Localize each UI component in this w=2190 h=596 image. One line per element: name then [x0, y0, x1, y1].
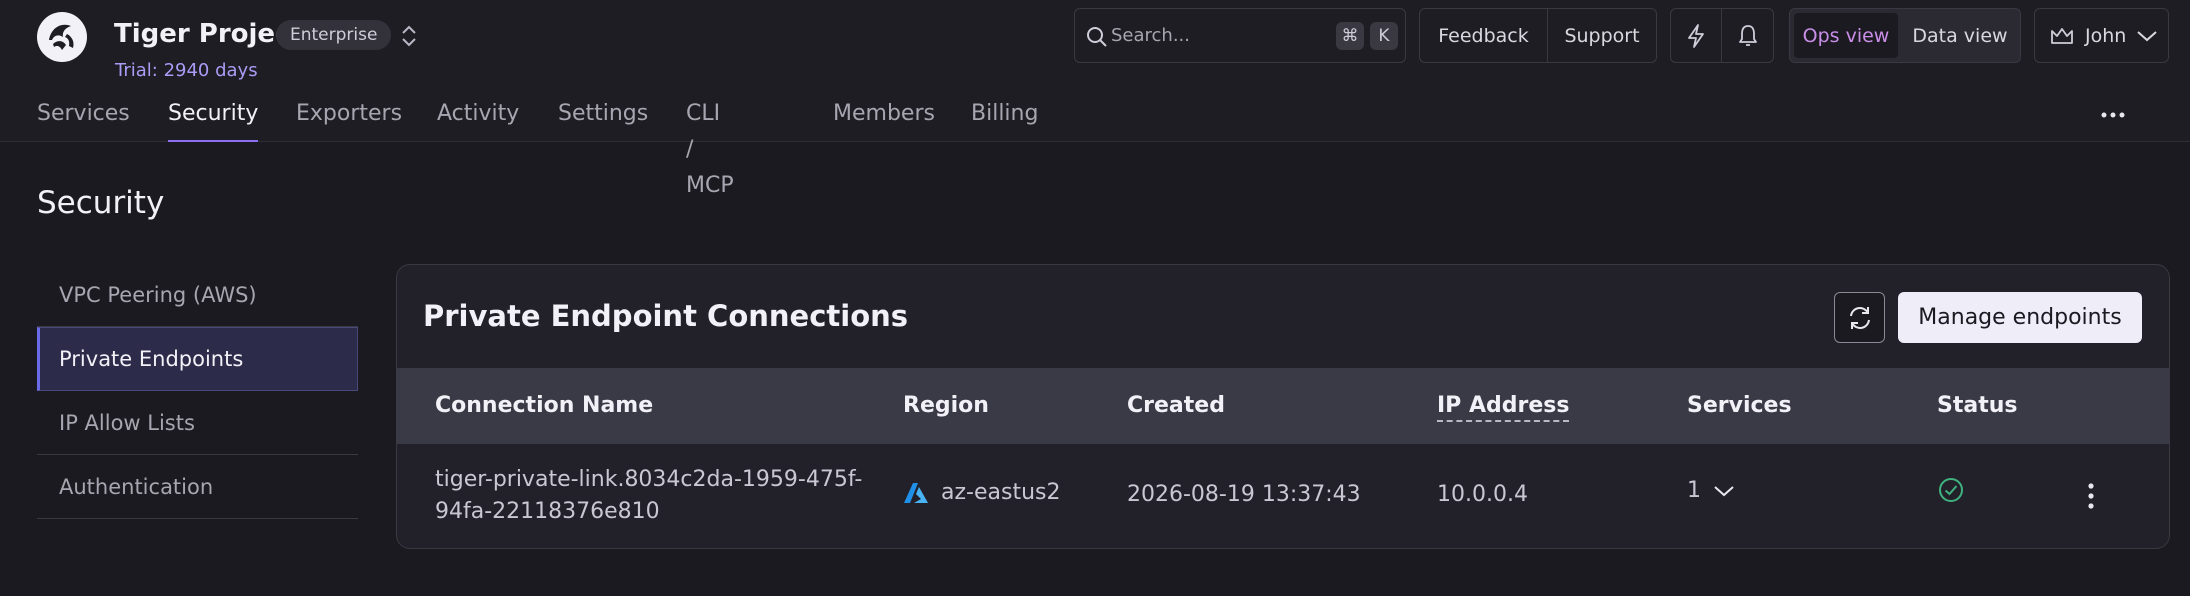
panel-title: Private Endpoint Connections	[423, 299, 909, 333]
region-label: az-eastus2	[941, 480, 1061, 505]
status-cell	[1937, 476, 1965, 510]
subnav-private-endpoints[interactable]: Private Endpoints	[37, 327, 358, 391]
project-switcher-icon[interactable]	[398, 22, 420, 50]
tab-members[interactable]: Members	[833, 96, 935, 142]
created-cell: 2026-08-19 13:37:43	[1127, 482, 1361, 507]
top-bar: Tiger Project Enterprise Trial: 2940 day…	[0, 0, 2190, 198]
table-row: tiger-private-link.8034c2da-1959-475f-94…	[397, 444, 2169, 548]
tab-cli-mcp[interactable]: CLI / MCP	[686, 96, 734, 198]
subnav-authentication[interactable]: Authentication	[37, 455, 358, 519]
connection-name-cell: tiger-private-link.8034c2da-1959-475f-94…	[435, 467, 863, 524]
search-icon	[1087, 27, 1107, 47]
page-title: Security	[37, 185, 165, 221]
column-connection-name: Connection Name	[435, 393, 654, 418]
tab-services[interactable]: Services	[37, 96, 130, 142]
quick-action-button[interactable]	[1671, 9, 1722, 62]
more-options-icon[interactable]	[2098, 100, 2128, 130]
azure-icon	[904, 482, 928, 503]
chevron-down-icon	[2137, 30, 2157, 41]
tab-exporters[interactable]: Exporters	[296, 96, 402, 142]
feedback-button[interactable]: Feedback	[1420, 9, 1548, 62]
bell-icon	[1738, 24, 1757, 46]
private-endpoints-panel: Private Endpoint Connections Manage endp…	[396, 264, 2170, 549]
help-actions: Feedback Support	[1419, 8, 1657, 63]
table-header: Connection Name Region Created IP Addres…	[397, 368, 2169, 444]
manage-endpoints-button[interactable]: Manage endpoints	[1898, 292, 2142, 343]
column-ip-address-label: IP Address	[1437, 393, 1570, 422]
refresh-button[interactable]	[1834, 292, 1885, 343]
services-dropdown[interactable]: 1	[1687, 478, 1735, 503]
ip-address-cell: 10.0.0.4	[1437, 482, 1528, 507]
project-title: Tiger Project	[114, 19, 303, 49]
tab-settings[interactable]: Settings	[558, 96, 648, 142]
tab-activity[interactable]: Activity	[437, 96, 519, 142]
user-menu[interactable]: John	[2034, 8, 2169, 63]
search-input[interactable]	[1111, 20, 1301, 50]
trial-remaining[interactable]: Trial: 2940 days	[115, 60, 258, 81]
support-button[interactable]: Support	[1548, 9, 1656, 62]
column-region: Region	[903, 393, 989, 418]
shortcut-k-key: K	[1370, 22, 1398, 50]
security-subnav: VPC Peering (AWS) Private Endpoints IP A…	[37, 263, 358, 519]
refresh-icon	[1849, 306, 1870, 329]
crown-icon	[2051, 27, 2073, 44]
shortcut-cmd-key: ⌘	[1336, 22, 1364, 50]
column-services: Services	[1687, 393, 1792, 418]
region-cell: az-eastus2	[903, 480, 1060, 505]
user-name: John	[2085, 24, 2127, 47]
column-status: Status	[1937, 393, 2018, 418]
quick-actions	[1670, 8, 1774, 63]
data-view-toggle[interactable]: Data view	[1902, 9, 2018, 62]
row-actions-icon[interactable]	[2077, 478, 2105, 514]
tiger-logo-icon[interactable]	[35, 10, 89, 64]
chevron-down-icon	[1714, 485, 1734, 496]
plan-badge: Enterprise	[276, 20, 392, 50]
tab-billing[interactable]: Billing	[971, 96, 1038, 142]
ops-view-toggle[interactable]: Ops view	[1794, 13, 1898, 58]
subnav-ip-allow-lists[interactable]: IP Allow Lists	[37, 391, 358, 455]
column-ip-address[interactable]: IP Address	[1437, 368, 1570, 444]
tab-security[interactable]: Security	[168, 96, 259, 142]
global-search[interactable]: ⌘ K	[1074, 8, 1406, 63]
check-circle-icon	[1939, 478, 1963, 502]
view-toggle: Ops view Data view	[1789, 8, 2021, 63]
lightning-icon	[1688, 23, 1704, 48]
subnav-vpc-peering[interactable]: VPC Peering (AWS)	[37, 263, 358, 327]
notifications-button[interactable]	[1722, 9, 1773, 62]
services-count: 1	[1687, 478, 1701, 503]
column-created: Created	[1127, 393, 1225, 418]
